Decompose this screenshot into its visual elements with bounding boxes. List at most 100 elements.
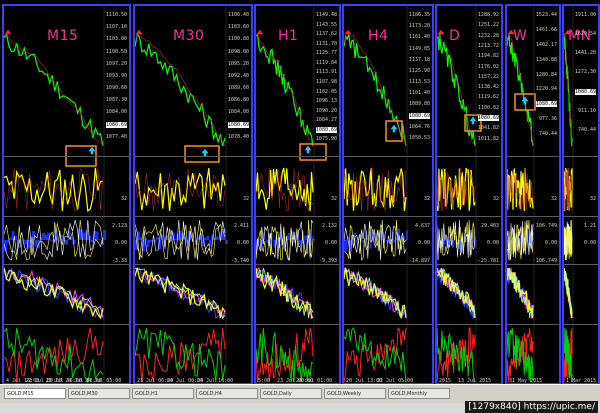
- price-axis-label: 1402.17: [535, 41, 557, 48]
- price-axis-label: 1092.40: [227, 72, 249, 79]
- sell-marker-icon: [4, 29, 12, 35]
- price-axis-label: 1288.92: [477, 12, 499, 18]
- macd-bar: [90, 240, 94, 243]
- signal-highlight-box: [184, 145, 220, 163]
- price-axis-label: 1186.35: [408, 12, 430, 18]
- chart-window-h4[interactable]: H4 1186.35 1173.20 1161.40 1149.85 1137.18 112…: [342, 4, 434, 385]
- sell-marker-icon: [437, 29, 445, 35]
- price-axis-label: 1098.00: [227, 48, 249, 55]
- price-axis-label: 1620.54: [574, 31, 596, 38]
- chart-window-m30[interactable]: M30 1106.40 1103.60 1100.80 1098.00 1095.20 10…: [133, 4, 253, 385]
- macd-bar: [95, 231, 99, 240]
- pane-separator: [4, 156, 129, 157]
- pane-separator: [437, 156, 501, 157]
- price-axis-label: 1089.60: [227, 85, 249, 92]
- indicator-axis-label: 1.21: [583, 223, 596, 229]
- chart-window-h1[interactable]: H1 1149.48 1143.55 1137.62 1131.70 1125.77 111…: [254, 4, 341, 385]
- indicator-axis-label: 32: [423, 196, 430, 202]
- oscillator-line: [4, 167, 104, 213]
- pane-separator: [4, 264, 129, 265]
- pane-separator: [507, 264, 559, 265]
- price-axis-label: 1086.80: [227, 97, 249, 104]
- price-axis-label: 1119.62: [477, 94, 499, 101]
- price-axis-label: 1113.91: [315, 69, 337, 76]
- tab-gold-h4[interactable]: GOLD,H4: [196, 388, 258, 399]
- indicator-axis-label: -9.393: [318, 258, 337, 264]
- pane-separator: [564, 156, 598, 157]
- price-axis-label: 1093.90: [105, 72, 127, 79]
- price-line: [135, 32, 226, 147]
- pane-separator: [437, 324, 501, 325]
- price-axis-label: 1107.10: [105, 24, 127, 31]
- indicator-axis-label: 4.637: [414, 223, 430, 229]
- price-axis-label: 1084.27: [315, 117, 337, 124]
- adx-minus-line: [256, 327, 314, 383]
- price-axis-label: 1090.20: [315, 107, 337, 114]
- indicator-axis-label: 32: [330, 196, 337, 202]
- pane-separator: [344, 216, 432, 217]
- chart-window-d[interactable]: D 1288.92 1251.22 1232.28 1213.72 1194.82 1176…: [435, 4, 503, 385]
- adx-plus-line: [4, 327, 104, 383]
- timeframe-label: D: [449, 28, 461, 44]
- price-axis-label: 1050.53: [408, 134, 430, 141]
- price-axis-label: 1096.13: [315, 98, 337, 105]
- price-axis-label: 1523.44: [535, 12, 557, 18]
- indicator-axis-label: -3.33: [111, 258, 127, 264]
- indicator-axis-label: 0.00: [236, 240, 249, 246]
- macd-bar: [72, 240, 76, 245]
- price-axis-label: 1064.76: [408, 123, 430, 130]
- price-axis-label: 1137.18: [408, 56, 430, 63]
- pane-separator: [256, 324, 339, 325]
- price-axis-label: 1087.30: [105, 97, 127, 104]
- price-axis-label: 1125.77: [315, 50, 337, 57]
- indicator-axis-label: 2.123: [111, 223, 127, 229]
- buy-arrow-icon: [521, 96, 529, 105]
- indicator-axis-label: 32: [550, 196, 557, 202]
- price-axis-label: 1213.72: [477, 42, 499, 49]
- price-axis-label: 740.44: [577, 126, 596, 133]
- watermark: [1279x840] https://upic.me/: [465, 401, 598, 413]
- macd-bar: [355, 240, 358, 243]
- indicator-axis-label: 0.00: [486, 240, 499, 246]
- pane-separator: [507, 324, 559, 325]
- macd-bar: [452, 240, 455, 247]
- macd-bar: [64, 240, 68, 245]
- chart-window-mn[interactable]: MN 1911.00 1620.54 1441.20 1272.30 1080.69 911…: [562, 4, 600, 385]
- indicator-axis-label: 0.00: [544, 240, 557, 246]
- tab-gold-daily[interactable]: GOLD,Daily: [260, 388, 322, 399]
- tab-gold-m15[interactable]: GOLD,M15: [4, 388, 66, 399]
- chart-window-w[interactable]: W 1523.44 1461.66 1402.17 1340.88 1280.84 1220…: [505, 4, 561, 385]
- price-axis-label: 1149.85: [408, 45, 430, 52]
- pane-separator: [256, 216, 339, 217]
- tab-gold-weekly[interactable]: GOLD,Weekly: [324, 388, 386, 399]
- macd-bar: [215, 236, 219, 240]
- price-axis-label: 1173.20: [408, 23, 430, 30]
- price-axis-label: 977.36: [538, 116, 557, 123]
- price-axis-label: 911.10: [577, 107, 596, 114]
- tab-gold-monthly[interactable]: GOLD,Monthly: [388, 388, 450, 399]
- tab-gold-h1[interactable]: GOLD,H1: [132, 388, 194, 399]
- macd-bar: [153, 240, 157, 243]
- buy-arrow-icon: [88, 146, 96, 155]
- price-axis-label: 1102.05: [315, 88, 337, 95]
- band-lower-line: [4, 267, 104, 320]
- indicator-axis-label: 32: [589, 196, 596, 202]
- pane-separator: [4, 324, 129, 325]
- price-axis-label: 1078.40: [227, 133, 249, 140]
- pane-separator: [344, 324, 432, 325]
- price-axis-label: 1461.66: [535, 26, 557, 33]
- chart-window-m15[interactable]: M15 1110.50 1107.10 1103.80 1100.50 1097.20 10…: [2, 4, 131, 385]
- price-line: [564, 33, 573, 147]
- macd-bar: [225, 240, 228, 244]
- oscillator-line: [135, 167, 226, 212]
- macd-bar: [206, 235, 210, 240]
- band-lower-line: [507, 267, 534, 319]
- pane-separator: [437, 264, 501, 265]
- price-axis-label: 1106.40: [227, 12, 249, 18]
- price-axis-label: 1280.84: [535, 71, 557, 78]
- tab-gold-m30[interactable]: GOLD,M30: [68, 388, 130, 399]
- price-axis-label: 1251.22: [477, 22, 499, 29]
- indicator-axis-label: 106.749: [535, 223, 557, 229]
- price-axis-label: 1138.42: [477, 84, 499, 91]
- price-axis-label: 1272.30: [574, 69, 596, 76]
